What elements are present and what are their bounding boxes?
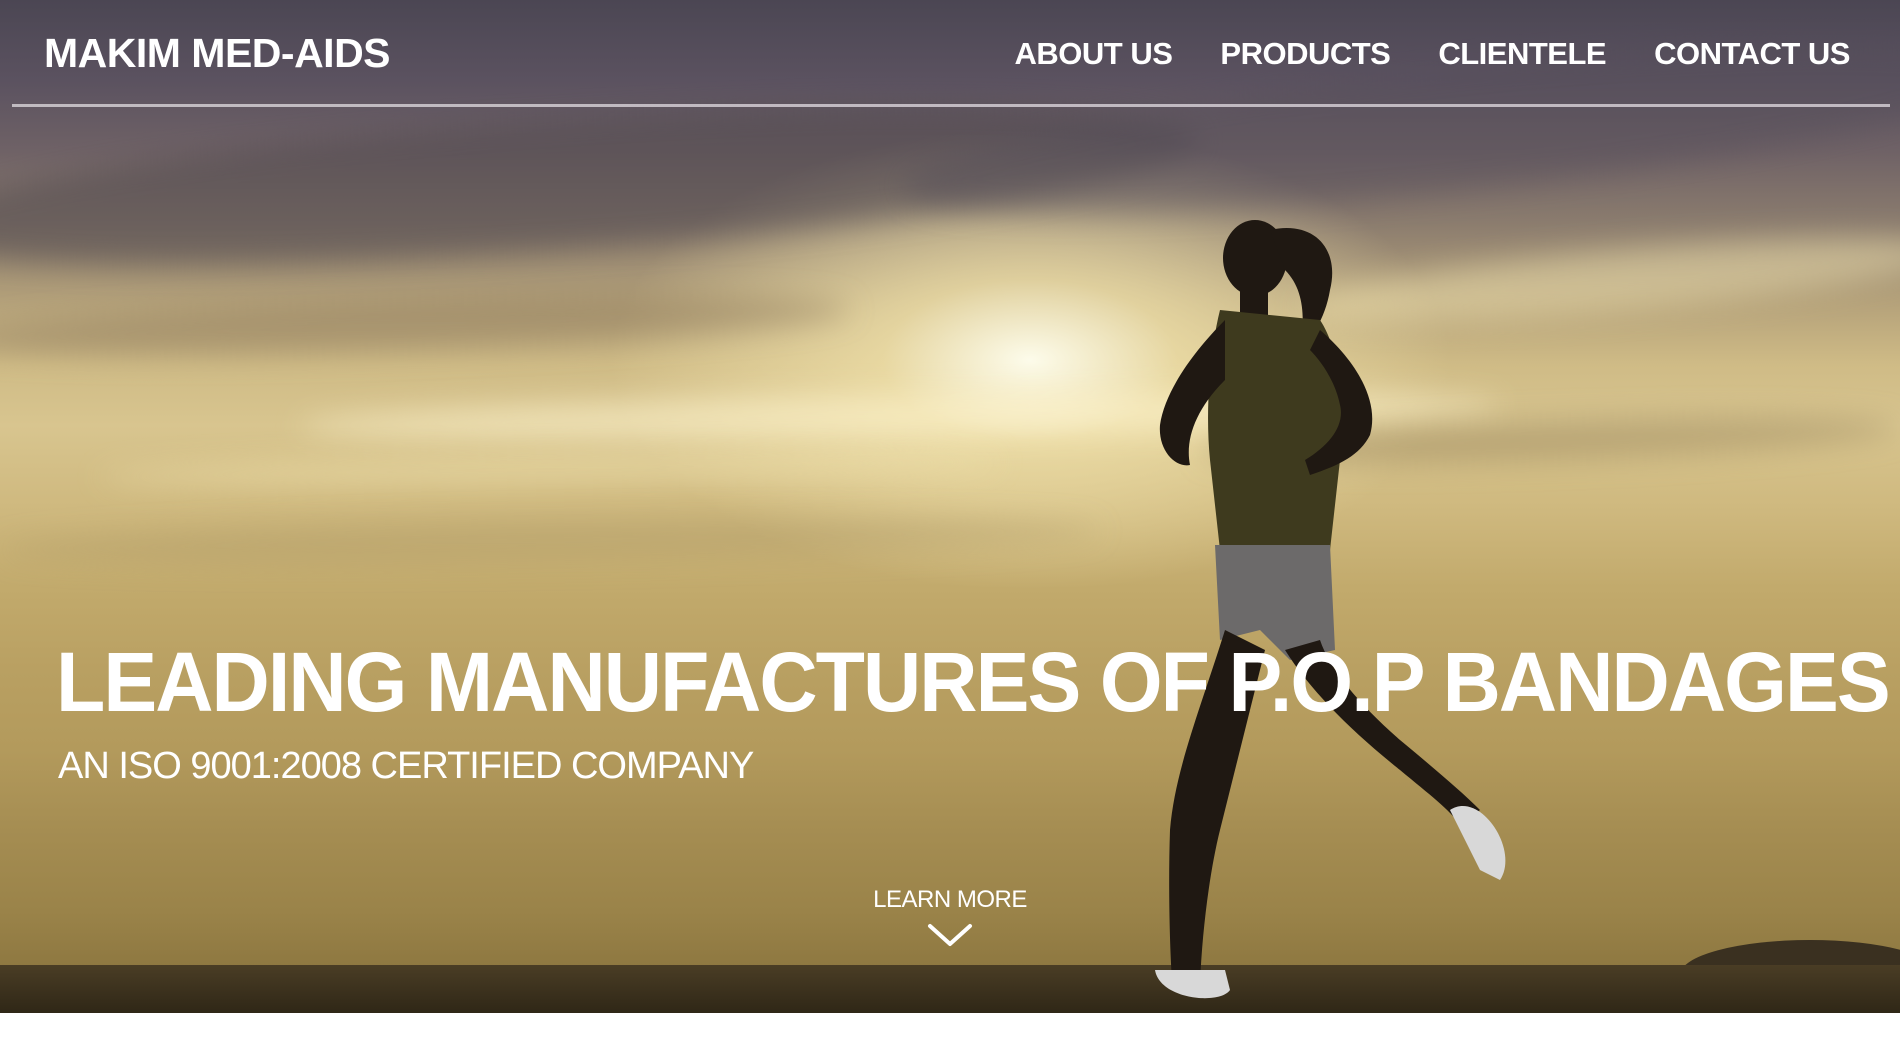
site-logo[interactable]: MAKIM MED-AIDS xyxy=(44,30,391,77)
main-nav: ABOUT US PRODUCTS CLIENTELE CONTACT US xyxy=(967,36,1851,72)
hero-background-image xyxy=(0,0,1900,1013)
cloud-streak xyxy=(99,447,1001,491)
ground xyxy=(0,965,1900,1013)
learn-more-label: LEARN MORE xyxy=(873,886,1027,913)
nav-products[interactable]: PRODUCTS xyxy=(1220,36,1390,72)
cloud-streak xyxy=(0,510,1101,570)
learn-more-button[interactable]: LEARN MORE xyxy=(840,886,1060,950)
hero-subheadline: AN ISO 9001:2008 CERTIFIED COMPANY xyxy=(58,745,754,787)
nav-about-us[interactable]: ABOUT US xyxy=(1015,36,1173,72)
site-header: MAKIM MED-AIDS ABOUT US PRODUCTS CLIENTE… xyxy=(0,0,1900,107)
nav-clientele[interactable]: CLIENTELE xyxy=(1438,36,1606,72)
nav-contact-us[interactable]: CONTACT US xyxy=(1654,36,1850,72)
runner-silhouette xyxy=(1155,220,1506,999)
chevron-down-icon xyxy=(928,924,972,946)
cloud-streak xyxy=(0,284,851,366)
hero-headline: LEADING MANUFACTURES OF P.O.P BANDAGES xyxy=(56,635,1891,729)
header-divider xyxy=(12,104,1890,107)
